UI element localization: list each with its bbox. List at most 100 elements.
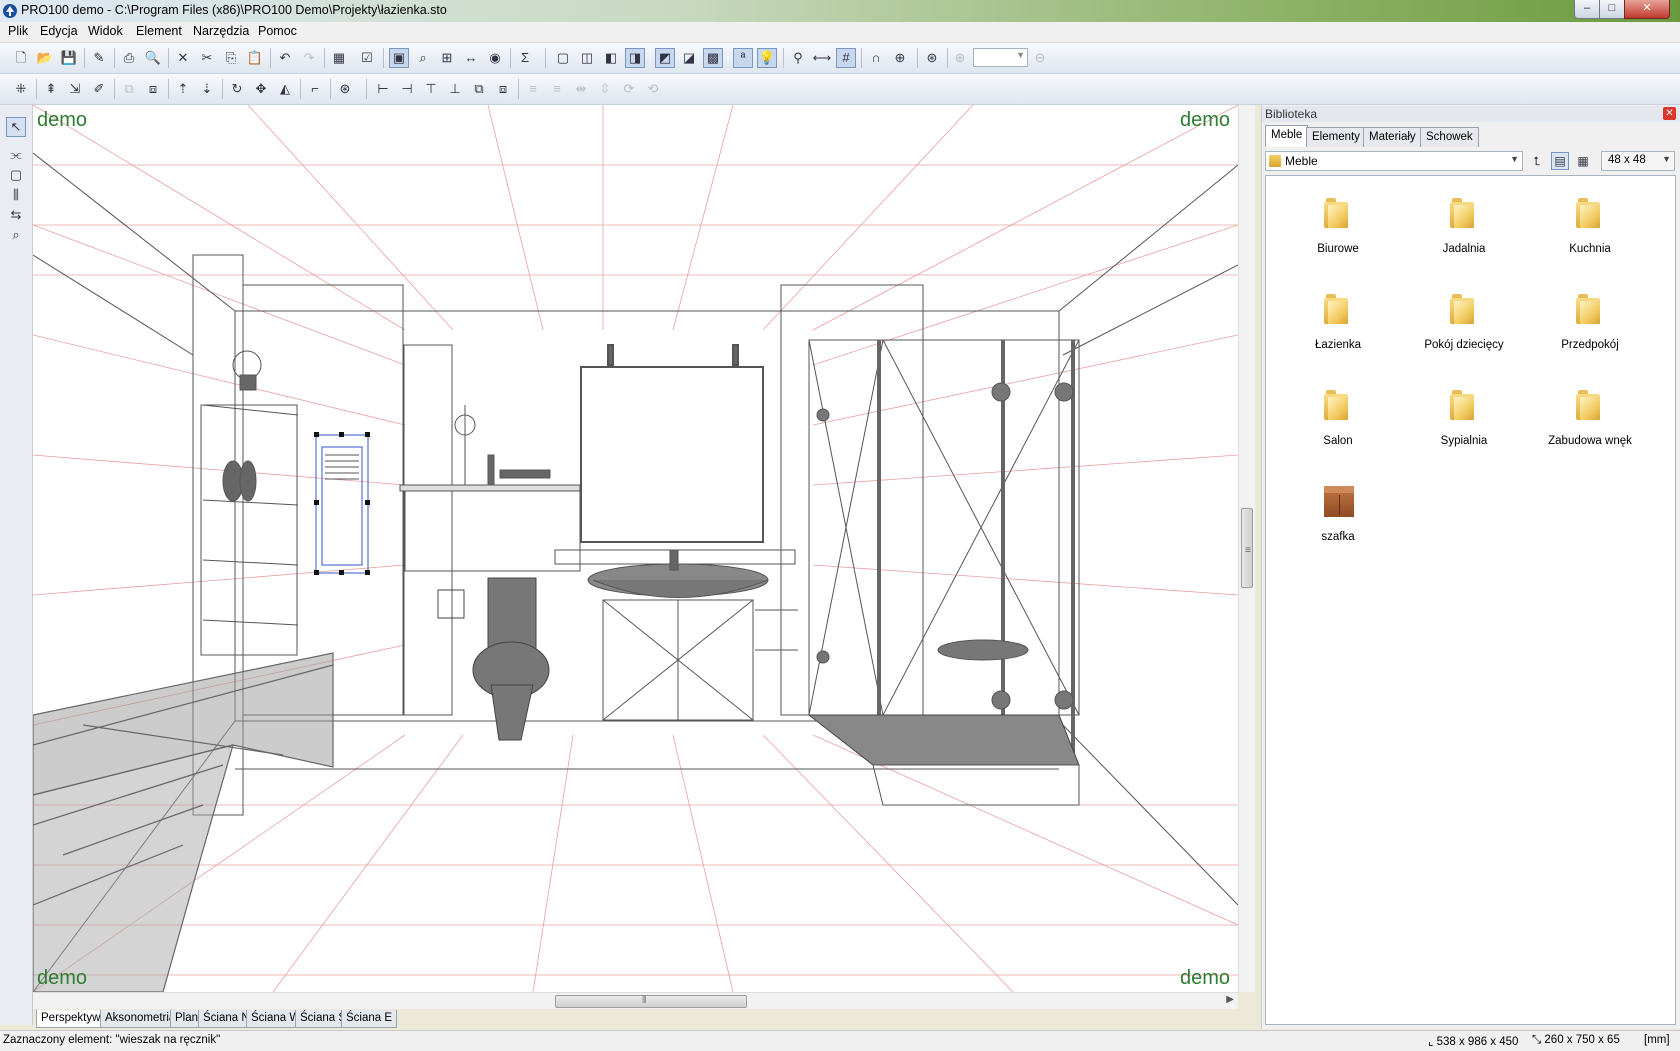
target-icon[interactable]: ⊛ xyxy=(922,48,942,68)
library-item-biurowe[interactable]: Biurowe xyxy=(1278,188,1398,268)
horizontal-scrollbar[interactable]: ⦀ ▶ xyxy=(33,992,1238,1010)
camera-icon[interactable]: ◉ xyxy=(485,48,505,68)
menu-widok[interactable]: Widok xyxy=(88,24,123,38)
globe-icon[interactable]: ⊕ xyxy=(890,48,910,68)
realistic-view-icon[interactable]: ◪ xyxy=(679,48,699,68)
column-icon[interactable]: ⫼ xyxy=(6,185,26,205)
scroll-right-icon[interactable]: ▶ xyxy=(1226,994,1234,1005)
open-folder-icon[interactable]: 📂 xyxy=(35,48,55,68)
align-top-icon[interactable]: ⊤ xyxy=(421,79,441,99)
zoom-out-icon[interactable]: ⊖ xyxy=(1030,48,1050,68)
lifebuoy-icon[interactable]: ⊛ xyxy=(335,79,355,99)
move-object-icon[interactable]: ⇲ xyxy=(65,79,85,99)
wireframe-view-icon[interactable]: ▢ xyxy=(553,48,573,68)
print-icon[interactable]: ⎙ xyxy=(119,48,139,68)
scrollbar-thumb[interactable]: ⦀ xyxy=(555,995,747,1008)
lighting-bulb-icon[interactable]: 💡 xyxy=(757,48,777,68)
zoom-tool-icon[interactable]: ⌕ xyxy=(6,225,26,245)
properties-icon[interactable]: ✎ xyxy=(89,48,109,68)
close-button[interactable]: ✕ xyxy=(1624,0,1670,19)
render-view-icon[interactable]: ▩ xyxy=(703,48,723,68)
library-item-salon[interactable]: Salon xyxy=(1278,380,1398,460)
print-preview-icon[interactable]: 🔍 xyxy=(143,48,163,68)
lift-icon[interactable]: ⇞ xyxy=(41,79,61,99)
grid-icon[interactable]: # xyxy=(836,48,856,68)
space-v-icon[interactable]: ⇳ xyxy=(595,79,615,99)
scrollbar-thumb[interactable]: ≡ xyxy=(1241,508,1253,588)
align-right-icon[interactable]: ⊣ xyxy=(397,79,417,99)
frame-icon[interactable]: ▢ xyxy=(6,165,26,185)
tab-elementy[interactable]: Elementy xyxy=(1306,127,1366,147)
library-item-jadalnia[interactable]: Jadalnia xyxy=(1404,188,1524,268)
delete-icon[interactable]: ✕ xyxy=(173,48,193,68)
tab-materialy[interactable]: Materiały xyxy=(1363,127,1422,147)
solid-view-icon[interactable]: ◨ xyxy=(625,48,645,68)
arrange-icon[interactable]: ⇆ xyxy=(6,205,26,225)
distribute-h-icon[interactable]: ≡ xyxy=(523,79,543,99)
view-layout-icon[interactable]: ▣ xyxy=(389,48,409,68)
library-item-sypialnia[interactable]: Sypialnia xyxy=(1404,380,1524,460)
measure-icon[interactable]: ⟷ xyxy=(812,48,832,68)
tab-akSonometria[interactable]: Aksonometria xyxy=(100,1010,181,1028)
tab-schowek[interactable]: Schowek xyxy=(1420,127,1479,147)
zoom-in-icon[interactable]: ⊕ xyxy=(950,48,970,68)
sum-icon[interactable]: Σ xyxy=(515,48,535,68)
distribute-v-icon[interactable]: ≡ xyxy=(547,79,567,99)
textured-view-icon[interactable]: ◩ xyxy=(655,48,675,68)
corner-icon[interactable]: ⌐ xyxy=(305,79,325,99)
reset-icon[interactable]: ⟲ xyxy=(643,79,663,99)
new-file-icon[interactable]: 🗋 xyxy=(11,48,31,68)
snap-icon[interactable]: ⚲ xyxy=(788,48,808,68)
library-item-szafka[interactable]: szafka xyxy=(1278,476,1398,556)
pointer-icon[interactable]: ↖ xyxy=(6,117,26,137)
large-icons-view-icon[interactable]: ▤ xyxy=(1551,152,1569,170)
zoom-window-icon[interactable]: ⌕ xyxy=(413,48,433,68)
menu-plik[interactable]: Plik xyxy=(8,24,28,38)
tab-meble[interactable]: Meble xyxy=(1265,125,1309,147)
library-item-lazienka[interactable]: Łazienka xyxy=(1278,284,1398,364)
library-item-zabudowa-wnek[interactable]: Zabudowa wnęk xyxy=(1530,380,1650,460)
mirror-icon[interactable]: ◭ xyxy=(275,79,295,99)
bring-front-icon[interactable]: ⧉ xyxy=(469,79,489,99)
raise-icon[interactable]: ⇡ xyxy=(173,79,193,99)
save-icon[interactable]: 💾 xyxy=(59,48,79,68)
maximize-button[interactable]: □ xyxy=(1599,0,1625,19)
icon-size-select[interactable]: 48 x 48 ▼ xyxy=(1601,151,1675,171)
dimension-icon[interactable]: ↔ xyxy=(461,48,481,68)
zoom-level-select[interactable]: ▼ xyxy=(973,48,1028,67)
space-h-icon[interactable]: ⇹ xyxy=(571,79,591,99)
menu-pomoc[interactable]: Pomoc xyxy=(258,24,297,38)
menu-edycja[interactable]: Edycja xyxy=(40,24,78,38)
undo-icon[interactable]: ↶ xyxy=(275,48,295,68)
rotate-group-icon[interactable]: ⟳ xyxy=(619,79,639,99)
lower-icon[interactable]: ⇣ xyxy=(197,79,217,99)
perspective-viewport[interactable]: demo demo demo demo xyxy=(33,105,1238,992)
hidden-lines-icon[interactable]: ◫ xyxy=(577,48,597,68)
align-bottom-icon[interactable]: ⊥ xyxy=(445,79,465,99)
flat-shading-icon[interactable]: ◧ xyxy=(601,48,621,68)
ungroup-icon[interactable]: ⧈ xyxy=(143,79,163,99)
menu-narzedzia[interactable]: Narzędzia xyxy=(193,24,249,38)
rotate-icon[interactable]: ↻ xyxy=(227,79,247,99)
minimize-button[interactable]: – xyxy=(1574,0,1600,19)
send-back-icon[interactable]: ⧈ xyxy=(493,79,513,99)
tab-sciana-e[interactable]: Ściana E xyxy=(341,1010,398,1028)
text-labels-icon[interactable]: ª xyxy=(733,48,753,68)
folder-up-icon[interactable]: ⮤ xyxy=(1528,152,1546,170)
cut-icon[interactable]: ✂ xyxy=(197,48,217,68)
fit-view-icon[interactable]: ⊞ xyxy=(437,48,457,68)
list-view-icon[interactable]: ▦ xyxy=(1574,152,1592,170)
copy-icon[interactable]: ⎘ xyxy=(221,48,241,68)
library-item-kuchnia[interactable]: Kuchnia xyxy=(1530,188,1650,268)
library-folder-select[interactable]: Meble ▼ xyxy=(1265,151,1523,171)
edit-pencil-icon[interactable]: ✐ xyxy=(89,79,109,99)
align-left-icon[interactable]: ⊢ xyxy=(373,79,393,99)
library-item-przedpokoj[interactable]: Przedpokój xyxy=(1530,284,1650,364)
move-icon[interactable]: ✥ xyxy=(251,79,271,99)
select-all-icon[interactable]: ⁜ xyxy=(11,79,31,99)
magnet-icon[interactable]: ∩ xyxy=(866,48,886,68)
vertical-scrollbar[interactable]: ≡ xyxy=(1238,105,1255,992)
split-icon[interactable]: ⫘ xyxy=(6,145,26,165)
checklist-icon[interactable]: ☑ xyxy=(357,48,377,68)
menu-element[interactable]: Element xyxy=(136,24,182,38)
